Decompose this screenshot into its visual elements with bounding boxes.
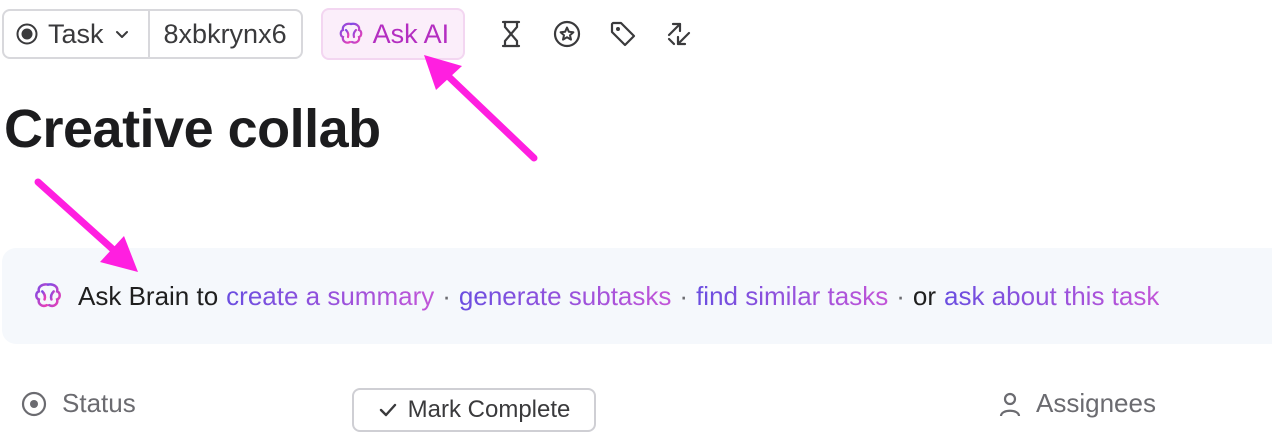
time-estimate-button[interactable]	[489, 12, 533, 56]
ask-brain-panel: Ask Brain to create a summary · generate…	[2, 248, 1272, 344]
mark-complete-button[interactable]: Mark Complete	[352, 388, 596, 432]
checkmark-icon	[379, 403, 396, 417]
separator-dot: ·	[442, 280, 451, 311]
generate-subtasks-link[interactable]: generate subtasks	[459, 281, 671, 312]
task-id-button[interactable]: 8xbkrynx6	[150, 11, 301, 57]
annotation-arrows	[34, 55, 538, 272]
task-title[interactable]: Creative collab	[4, 98, 381, 160]
mark-complete-label: Mark Complete	[407, 396, 571, 423]
tags-button[interactable]	[601, 12, 645, 56]
separator-dot: ·	[679, 280, 689, 311]
find-similar-tasks-link[interactable]: find similar tasks	[696, 281, 888, 312]
task-fields-row: Status Mark Complete Assignees	[0, 388, 1272, 432]
status-field: Status	[20, 388, 136, 419]
task-toolbar: Task 8xbkrynx6 Ask AI	[2, 8, 701, 60]
task-type-dropdown[interactable]: Task	[4, 11, 150, 57]
sprint-points-button[interactable]	[545, 12, 589, 56]
ask-brain-lead: Ask Brain to	[78, 280, 219, 311]
badge-star-icon	[554, 20, 581, 48]
brain-icon	[339, 22, 362, 44]
ask-about-task-link[interactable]: ask about this task	[944, 281, 1159, 312]
relationship-arrows-icon	[668, 22, 691, 46]
task-type-group: Task 8xbkrynx6	[2, 9, 303, 59]
tag-icon	[611, 21, 636, 47]
person-icon	[999, 392, 1021, 416]
arrow-to-ask-ai	[424, 55, 538, 162]
status-dot-icon	[16, 23, 38, 45]
separator-dot: ·	[896, 280, 905, 311]
assignees-label: Assignees	[1036, 388, 1156, 418]
ask-ai-label: Ask AI	[372, 18, 450, 49]
assignees-field: Assignees	[998, 388, 1156, 419]
task-type-label: Task	[48, 18, 104, 49]
status-label: Status	[62, 388, 136, 418]
hourglass-icon	[502, 20, 521, 48]
ask-ai-button[interactable]: Ask AI	[320, 8, 466, 60]
chevron-down-icon	[115, 31, 128, 38]
relationships-button[interactable]	[657, 12, 701, 56]
status-circle-icon	[21, 391, 47, 416]
or-text: or	[912, 280, 937, 311]
brain-icon	[35, 283, 61, 308]
create-summary-link[interactable]: create a summary	[226, 281, 434, 312]
task-id-label: 8xbkrynx6	[163, 18, 287, 49]
